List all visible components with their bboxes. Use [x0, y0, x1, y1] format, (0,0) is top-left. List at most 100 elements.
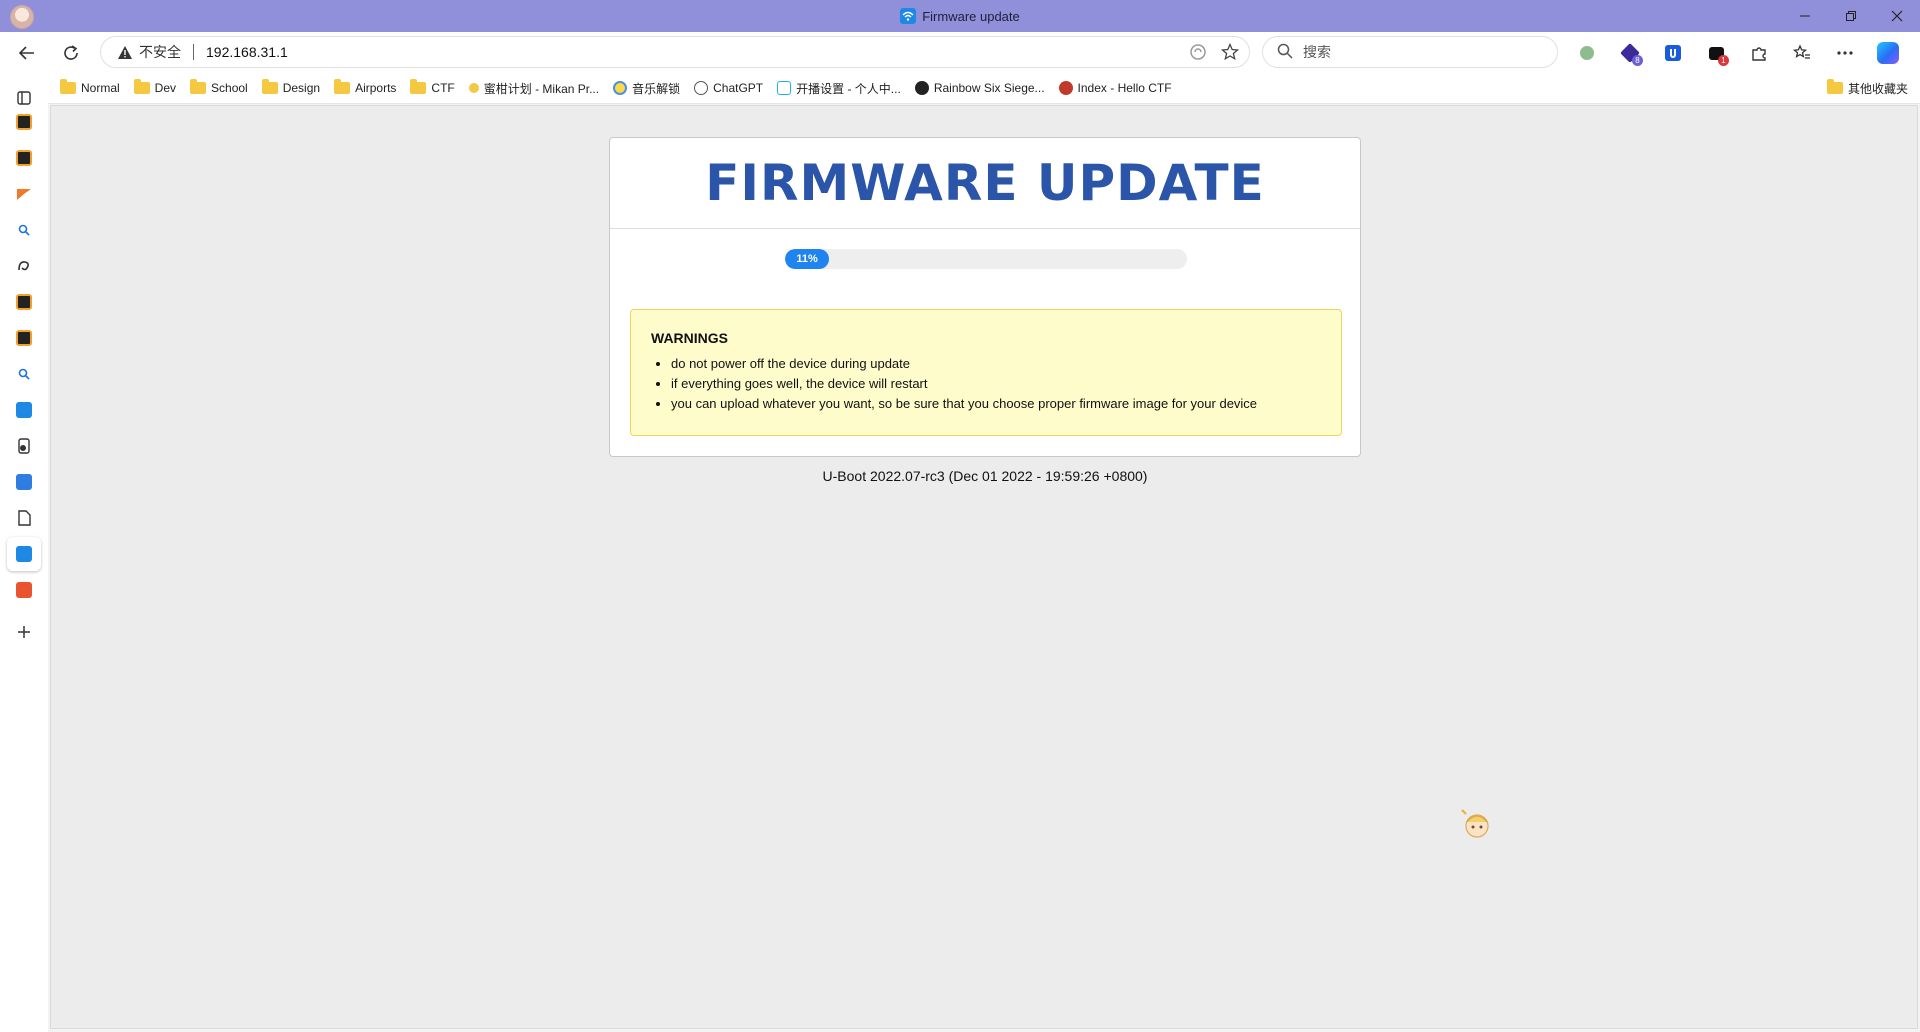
bookmark-label: Design — [282, 81, 321, 95]
file-icon[interactable] — [10, 504, 38, 532]
mikan-favicon-icon — [468, 83, 479, 93]
bookmark-label: Dev — [154, 81, 177, 95]
app-icon-orange-3[interactable] — [10, 288, 38, 316]
search-icon — [1277, 43, 1293, 62]
wifi-app-icon[interactable] — [10, 396, 38, 424]
wifi-app-icon-active[interactable] — [7, 537, 41, 571]
bookmark-label: Airports — [355, 81, 397, 95]
window-title: Firmware update — [0, 0, 1920, 32]
search-placeholder: 搜索 — [1303, 44, 1331, 60]
bookmark-folder-ctf[interactable]: CTF — [410, 79, 455, 95]
favorites-icon[interactable] — [1787, 38, 1817, 68]
add-icon[interactable] — [10, 618, 38, 646]
bookmark-label: Index - Hello CTF — [1077, 81, 1172, 95]
page-viewport: FIRMWARE UPDATE 11% WARNINGS do not powe… — [50, 105, 1918, 1029]
warnings-box: WARNINGS do not power off the device dur… — [630, 309, 1342, 436]
folder-icon — [334, 79, 351, 94]
bookmark-label: Rainbow Six Siege... — [933, 81, 1045, 95]
address-separator — [193, 44, 194, 60]
warning-item: you can upload whatever you want, so be … — [671, 394, 1321, 414]
purple-hex-icon[interactable]: 8 — [1615, 38, 1645, 68]
side-panel — [0, 72, 48, 1032]
tab-title: Firmware update — [922, 8, 1020, 24]
back-button[interactable] — [12, 38, 42, 68]
app-icon-orange-2[interactable] — [10, 144, 38, 172]
folder-icon — [1826, 79, 1843, 94]
dark-square-icon[interactable]: 1 — [1701, 38, 1731, 68]
wifi-favicon-icon — [900, 8, 917, 24]
bookmark-label: School — [211, 81, 248, 95]
bookmark-folder-dev[interactable]: Dev — [133, 79, 177, 95]
extensions-bar: 8 1 — [1572, 38, 1903, 68]
folder-icon — [60, 79, 76, 94]
warning-item: do not power off the device during updat… — [671, 354, 1321, 374]
back-arrow-icon — [18, 46, 34, 60]
bookmarks-bar: Normal Dev School Design Airports CTF 蜜柑… — [0, 72, 1920, 104]
other-bookmarks-folder[interactable]: 其他收藏夹 — [1826, 72, 1908, 104]
warning-triangle-icon[interactable] — [117, 44, 133, 60]
bookmark-rainbow-six[interactable]: Rainbow Six Siege... — [914, 81, 1045, 95]
folder-icon — [410, 79, 427, 94]
favorite-star-icon[interactable] — [1220, 42, 1240, 66]
folder-icon — [133, 79, 150, 94]
refresh-icon — [64, 45, 78, 60]
refresh-button[interactable] — [56, 38, 86, 68]
bookmark-label: 开播设置 - 个人中... — [796, 81, 901, 96]
warnings-title: WARNINGS — [651, 330, 728, 346]
progress-bar: 11% — [785, 249, 1187, 269]
other-bookmarks-label: 其他收藏夹 — [1847, 81, 1908, 96]
search-box[interactable]: 搜索 — [1262, 36, 1558, 68]
green-circle-icon[interactable] — [1572, 38, 1602, 68]
restore-icon — [1846, 11, 1856, 21]
window-controls — [1782, 0, 1920, 32]
security-label[interactable]: 不安全 — [139, 42, 181, 62]
bookmark-label: 音乐解锁 — [632, 81, 681, 96]
puzzle-icon[interactable] — [1744, 38, 1774, 68]
bookmark-label: Normal — [81, 81, 120, 95]
bookmark-folder-normal[interactable]: Normal — [60, 79, 120, 95]
bookmark-label: 蜜柑计划 - Mikan Pr... — [483, 81, 600, 96]
read-aloud-icon[interactable] — [1189, 43, 1207, 66]
minimize-button[interactable] — [1782, 0, 1828, 32]
bitwarden-icon[interactable] — [1658, 38, 1688, 68]
bookmark-mikan[interactable]: 蜜柑计划 - Mikan Pr... — [468, 80, 600, 97]
search-icon-2[interactable] — [10, 360, 38, 388]
app-icon-swirl[interactable] — [10, 252, 38, 280]
firmware-update-card: FIRMWARE UPDATE 11% WARNINGS do not powe… — [609, 137, 1361, 457]
more-icon[interactable] — [1830, 38, 1860, 68]
browser-window: Firmware update 不安全 192.168.31.1 搜索 8 1 … — [0, 0, 1920, 1032]
close-button[interactable] — [1874, 0, 1920, 32]
bookmark-folder-airports[interactable]: Airports — [334, 79, 397, 95]
search-icon-1[interactable] — [10, 216, 38, 244]
navigation-toolbar: 不安全 192.168.31.1 搜索 8 1 — [0, 32, 1920, 72]
docs-app-icon[interactable] — [10, 468, 38, 496]
url-text[interactable]: 192.168.31.1 — [206, 44, 288, 60]
address-bar[interactable]: 不安全 192.168.31.1 — [100, 36, 1250, 68]
app-icon-orange-1[interactable] — [10, 108, 38, 136]
app-icon-orange-4[interactable] — [10, 324, 38, 352]
document-app-icon[interactable] — [10, 432, 38, 460]
progress-label: 11% — [796, 253, 818, 265]
extension-badge: 8 — [1632, 55, 1643, 66]
music-favicon-icon — [613, 81, 628, 95]
mascot-icon — [1459, 806, 1493, 840]
page-title: FIRMWARE UPDATE — [705, 154, 1265, 212]
title-bar: Firmware update — [0, 0, 1920, 32]
bookmark-folder-school[interactable]: School — [190, 79, 248, 95]
uboot-version-footer: U-Boot 2022.07-rc3 (Dec 01 2022 - 19:59:… — [822, 468, 1148, 484]
bookmark-music-unlock[interactable]: 音乐解锁 — [613, 80, 680, 97]
c-app-icon[interactable] — [10, 576, 38, 604]
bookmark-chatgpt[interactable]: ChatGPT — [694, 81, 763, 95]
minimize-icon — [1800, 15, 1810, 17]
rainbow-six-favicon-icon — [914, 81, 929, 95]
bilibili-favicon-icon — [777, 81, 792, 95]
bookmark-folder-design[interactable]: Design — [261, 79, 321, 95]
restore-button[interactable] — [1828, 0, 1874, 32]
app-icon-orange-flag[interactable] — [10, 180, 38, 208]
bookmark-label: CTF — [431, 81, 455, 95]
bookmark-hello-ctf[interactable]: Index - Hello CTF — [1058, 81, 1172, 95]
card-header: FIRMWARE UPDATE — [610, 138, 1360, 229]
copilot-icon[interactable] — [1873, 38, 1903, 68]
extension-badge: 1 — [1718, 55, 1729, 66]
bookmark-bilibili[interactable]: 开播设置 - 个人中... — [777, 80, 901, 97]
